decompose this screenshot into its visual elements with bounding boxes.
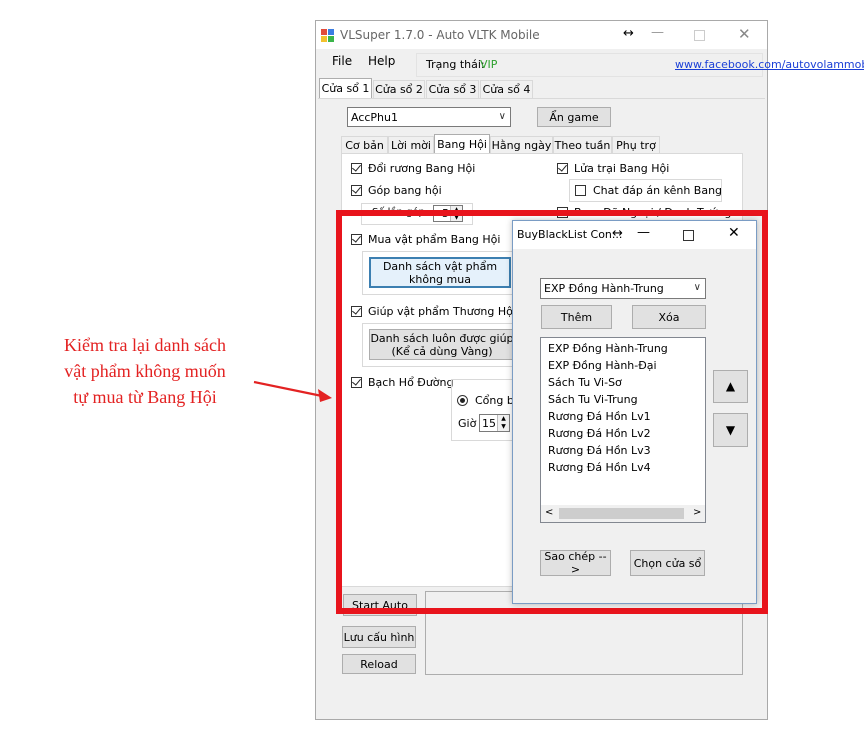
hide-game-button[interactable]: Ẩn game	[537, 107, 611, 127]
copy-button[interactable]: Sao chép -->	[540, 550, 611, 576]
close-icon[interactable]: ✕	[738, 25, 751, 43]
list-item[interactable]: Rương Đá Hồn Lv1	[548, 408, 668, 425]
list-item[interactable]: Rương Đá Hồn Lv2	[548, 425, 668, 442]
item-select[interactable]: EXP Đồng Hành-Trung ∨	[540, 278, 706, 299]
facebook-link[interactable]: www.facebook.com/autovolammobi	[675, 58, 864, 71]
status-value: VIP	[480, 58, 498, 71]
tab-phu-tro[interactable]: Phụ trợ	[612, 136, 660, 154]
scroll-left-icon[interactable]: <	[545, 507, 553, 518]
tab-hang-ngay[interactable]: Hằng ngày	[490, 136, 553, 154]
item-select-value: EXP Đồng Hành-Trung	[544, 282, 664, 295]
move-up-button[interactable]: ▲	[713, 370, 748, 403]
minimize-icon[interactable]: —	[637, 225, 650, 240]
doi-ruong-checkbox[interactable]	[351, 163, 362, 174]
save-config-button[interactable]: Lưu cấu hình	[342, 626, 416, 648]
dialog-title: BuyBlackList Con...	[517, 228, 623, 241]
list-item[interactable]: EXP Đồng Hành-Trung	[548, 340, 668, 357]
list-item[interactable]: EXP Đồng Hành-Đại	[548, 357, 668, 374]
resize-icon[interactable]: ↔	[623, 26, 634, 41]
list-item[interactable]: Rương Đá Hồn Lv4	[548, 459, 668, 476]
list-item[interactable]: Sách Tu Vi-Sơ	[548, 374, 668, 391]
minimize-icon[interactable]: —	[651, 25, 664, 40]
window-title: VLSuper 1.7.0 - Auto VLTK Mobile	[340, 28, 540, 42]
list-item[interactable]: Sách Tu Vi-Trung	[548, 391, 668, 408]
tab-bang-hoi[interactable]: Bang Hội	[434, 134, 490, 154]
move-down-button[interactable]: ▼	[713, 413, 748, 447]
chevron-down-icon: ∨	[498, 111, 506, 122]
menu-file[interactable]: File	[332, 54, 352, 68]
scroll-right-icon[interactable]: >	[693, 507, 701, 518]
arrow-down-icon: ▼	[725, 422, 736, 437]
doi-ruong-label: Đổi rương Bang Hội	[368, 162, 476, 175]
account-select-value: AccPhu1	[351, 110, 399, 124]
scroll-thumb[interactable]	[559, 508, 684, 519]
horizontal-scrollbar[interactable]: < >	[541, 505, 705, 522]
account-select[interactable]: AccPhu1 ∨	[347, 107, 511, 127]
lua-trai-label: Lửa trại Bang Hội	[574, 162, 670, 175]
gop-bang-hoi-checkbox[interactable]	[351, 185, 362, 196]
add-button[interactable]: Thêm	[541, 305, 612, 329]
tab-cua-so-1[interactable]: Cửa sổ 1	[319, 78, 372, 98]
tab-cua-so-3[interactable]: Cửa sổ 3	[426, 80, 479, 98]
item-list-inner: EXP Đồng Hành-Trung EXP Đồng Hành-Đại Sá…	[548, 340, 668, 476]
chevron-down-icon: ∨	[693, 282, 701, 293]
maximize-icon[interactable]	[694, 30, 705, 41]
reload-button[interactable]: Reload	[342, 654, 416, 674]
maximize-icon[interactable]	[683, 230, 694, 241]
gop-bang-hoi-label: Góp bang hội	[368, 184, 442, 197]
delete-button[interactable]: Xóa	[632, 305, 706, 329]
arrow-up-icon: ▲	[725, 379, 736, 393]
chat-dap-an-checkbox[interactable]	[575, 185, 586, 196]
status-strip: Trạng thái: VIP www.facebook.com/autovol…	[416, 53, 864, 77]
lua-trai-checkbox[interactable]	[557, 163, 568, 174]
dialog-title-bar: BuyBlackList Con... ↔ — ✕	[513, 221, 756, 249]
close-icon[interactable]: ✕	[728, 225, 740, 241]
resize-icon[interactable]: ↔	[612, 226, 623, 241]
annotation-text: Kiểm tra lại danh sách vật phẩm không mu…	[64, 335, 226, 407]
title-bar: VLSuper 1.7.0 - Auto VLTK Mobile ↔ — ✕	[316, 21, 767, 49]
item-list[interactable]: EXP Đồng Hành-Trung EXP Đồng Hành-Đại Sá…	[540, 337, 706, 523]
tab-cua-so-4[interactable]: Cửa sổ 4	[480, 80, 533, 98]
blacklist-dialog: BuyBlackList Con... ↔ — ✕ EXP Đồng Hành-…	[512, 220, 757, 604]
annotation-arrow	[253, 380, 332, 402]
status-label: Trạng thái:	[426, 58, 485, 71]
tab-loi-moi[interactable]: Lời mời	[388, 136, 434, 154]
tab-co-ban[interactable]: Cơ bản	[341, 136, 388, 154]
list-item[interactable]: Rương Đá Hồn Lv3	[548, 442, 668, 459]
tab-cua-so-2[interactable]: Cửa sổ 2	[373, 80, 425, 98]
chat-dap-an-label: Chat đáp án kênh Bang	[593, 184, 723, 197]
choose-window-button[interactable]: Chọn cửa sổ	[630, 550, 705, 576]
app-icon	[321, 29, 334, 42]
tab-theo-tuan[interactable]: Theo tuần	[553, 136, 612, 154]
menu-help[interactable]: Help	[368, 54, 395, 68]
